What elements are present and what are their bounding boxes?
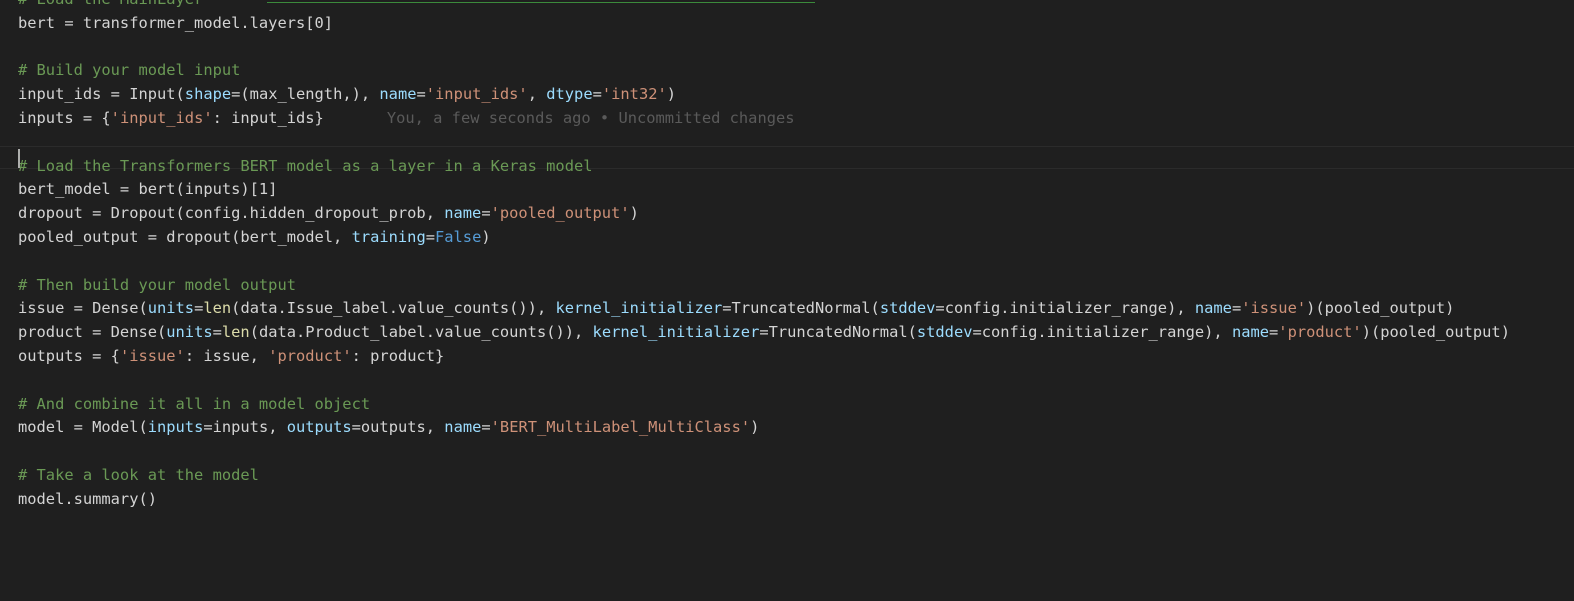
code-token: =TruncatedNormal( [759, 323, 917, 342]
code-token: dtype [546, 85, 593, 104]
code-token: len [221, 323, 250, 342]
code-token: # Take a look at the model [18, 465, 259, 484]
code-token: name [1231, 323, 1270, 342]
code-token: : input_ids} [212, 108, 324, 127]
code-token: issue = Dense( [18, 299, 148, 318]
code-token: = [592, 85, 602, 104]
code-token: =TruncatedNormal( [722, 299, 880, 318]
code-token: len [203, 299, 232, 318]
code-token: 'pooled_output' [490, 204, 630, 223]
code-token: ) [666, 85, 677, 104]
code-token: = [481, 418, 491, 437]
code-token: name [1194, 299, 1232, 318]
code-lines[interactable]: # Load the MainLayer bert = transformer_m… [18, 0, 1510, 512]
code-line-bert-model[interactable]: bert_model = bert(inputs)[1] [18, 178, 1510, 202]
git-blame-annotation: You, a few seconds ago • Uncommitted cha… [386, 108, 795, 127]
code-token: kernel_initializer [592, 323, 760, 342]
code-token: inputs [147, 418, 204, 437]
code-token: # Then build your model output [18, 275, 296, 294]
code-token: 'input_ids' [110, 108, 213, 127]
code-token: stddev [916, 323, 973, 342]
code-line-blank[interactable] [18, 440, 1510, 464]
code-line-product[interactable]: product = Dense(units=len(data.Product_l… [18, 321, 1510, 345]
code-line-inputs[interactable]: inputs = {'input_ids': input_ids} You, a … [18, 107, 1510, 131]
code-token: outputs [286, 418, 352, 437]
code-token: =outputs, [351, 418, 445, 437]
code-token: 'BERT_MultiLabel_MultiClass' [490, 418, 751, 437]
code-token: ) [481, 227, 491, 246]
code-token: = [212, 323, 222, 342]
code-token: pooled_output = dropout(bert_model, [18, 227, 352, 246]
code-token: = [416, 85, 426, 104]
code-token: training [351, 227, 426, 246]
code-token: 'input_ids' [425, 85, 528, 104]
code-line-model[interactable]: model = Model(inputs=inputs, outputs=out… [18, 416, 1510, 440]
code-token: name [444, 204, 482, 223]
code-token: product = Dense( [18, 323, 167, 342]
code-token: = [194, 299, 204, 318]
code-token: =config.initializer_range), [935, 299, 1195, 318]
code-token: : issue, [184, 346, 269, 365]
code-line-blank[interactable] [18, 250, 1510, 274]
code-token: # And combine it all in a model object [18, 394, 371, 413]
code-token: stddev [879, 299, 936, 318]
code-token: 'product' [1278, 323, 1362, 342]
code-line-outputs[interactable]: outputs = {'issue': issue, 'product': pr… [18, 345, 1510, 369]
code-line-summary[interactable]: model.summary() [18, 488, 1510, 512]
code-line-bert[interactable]: bert = transformer_model.layers[0] [18, 12, 1510, 36]
code-editor[interactable]: # Load the MainLayer bert = transformer_m… [0, 0, 1574, 601]
code-token: units [147, 299, 195, 318]
code-token: # Load the MainLayer [18, 0, 203, 8]
code-token: bert_model = bert(inputs)[1] [18, 180, 278, 199]
code-line-blank[interactable] [18, 36, 1510, 60]
code-token: = [1231, 299, 1242, 318]
code-token: dropout = Dropout(config.hidden_dropout_… [18, 204, 445, 223]
code-line-comment-look[interactable]: # Take a look at the model [18, 464, 1510, 488]
code-token: = [425, 227, 435, 246]
code-token: # Load the Transformers BERT model as a … [18, 156, 593, 175]
code-token: ) [629, 204, 639, 223]
code-token: # Build your model input [18, 61, 241, 80]
code-token: (data.Product_label.value_counts()), [249, 323, 593, 342]
code-line-pooled-output[interactable]: pooled_output = dropout(bert_model, trai… [18, 226, 1510, 250]
code-token: bert = transformer_model.layers[0] [18, 13, 334, 32]
code-token: name [379, 85, 417, 104]
code-token: : product} [351, 346, 445, 365]
code-token: model = Model( [18, 418, 148, 437]
code-line-blank[interactable] [18, 131, 1510, 155]
code-line-comment-load-mainlayer[interactable]: # Load the MainLayer [18, 0, 1510, 12]
code-token: input_ids = Input( [18, 85, 185, 104]
code-token: = [1269, 323, 1279, 342]
code-token: =config.initializer_range), [972, 323, 1232, 342]
code-line-blank[interactable] [18, 369, 1510, 393]
code-line-dropout[interactable]: dropout = Dropout(config.hidden_dropout_… [18, 202, 1510, 226]
code-token: model.summary() [18, 489, 157, 508]
code-token: kernel_initializer [555, 299, 723, 318]
code-token: = [481, 204, 491, 223]
code-token: outputs = { [18, 346, 120, 365]
code-token: inputs = { [18, 108, 111, 127]
text-cursor [18, 149, 20, 168]
code-token: False [435, 227, 482, 246]
code-token: 'issue' [119, 346, 185, 365]
code-token: 'product' [268, 346, 352, 365]
code-token: name [444, 418, 482, 437]
code-token: units [166, 323, 213, 342]
code-token: )(pooled_output) [1361, 323, 1510, 342]
code-token: , [527, 85, 547, 104]
code-token: =inputs, [203, 418, 287, 437]
code-line-comment-combine[interactable]: # And combine it all in a model object [18, 393, 1510, 417]
code-line-input-ids[interactable]: input_ids = Input(shape=(max_length,), n… [18, 83, 1510, 107]
code-line-issue[interactable]: issue = Dense(units=len(data.Issue_label… [18, 297, 1510, 321]
code-token: 'int32' [601, 85, 667, 104]
code-line-comment-load-transformers[interactable]: # Load the Transformers BERT model as a … [18, 155, 1510, 179]
code-token: )(pooled_output) [1306, 299, 1455, 318]
code-token: =(max_length,), [231, 85, 380, 104]
code-token: ) [750, 418, 760, 437]
code-line-comment-build-input[interactable]: # Build your model input [18, 59, 1510, 83]
code-token: shape [184, 85, 232, 104]
code-token: (data.Issue_label.value_counts()), [231, 299, 556, 318]
code-token: 'issue' [1241, 299, 1307, 318]
code-line-comment-build-output[interactable]: # Then build your model output [18, 274, 1510, 298]
